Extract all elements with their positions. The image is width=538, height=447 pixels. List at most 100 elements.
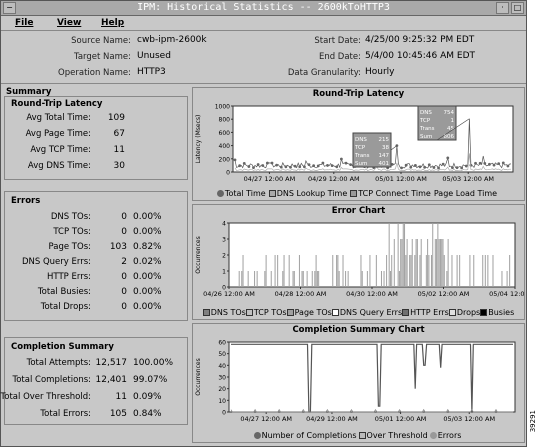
error-bar [242, 255, 244, 287]
completion-row-percent: 0.84% [133, 409, 162, 419]
error-row-value: 0 [121, 227, 127, 237]
total-time-point [289, 165, 292, 169]
error-bar [492, 255, 494, 287]
legend-item: Page Load Time [434, 189, 497, 198]
minimize-button[interactable]: · [496, 2, 509, 14]
total-time-point [270, 161, 274, 165]
error-bar [482, 255, 484, 287]
total-time-point [464, 164, 468, 168]
legend-swatch [480, 309, 488, 316]
rtl-row-value: 67 [113, 129, 125, 139]
total-time-point [483, 161, 487, 165]
total-time-point [330, 164, 334, 168]
title-bar[interactable]: − IPM: Historical Statistics -- 2600kToH… [1, 1, 526, 16]
maximize-button[interactable]: □ [511, 2, 524, 14]
total-time-point [404, 163, 408, 167]
legend-label: TCP Connect Time [358, 189, 431, 198]
legend-item: Busies [480, 308, 514, 317]
error-bar [398, 271, 400, 287]
legend-label: Drops [456, 308, 481, 317]
error-bar [274, 255, 276, 287]
target-label: Target Name: [74, 52, 131, 62]
legend-marker [216, 190, 224, 197]
header-info: Source Name: cwb-ipm-2600k Target Name: … [1, 32, 526, 84]
menu-bar: File View Help [1, 16, 526, 31]
x-tick-label: 04/27 12:00 AM [240, 415, 292, 423]
rtl-summary-panel: Round-Trip Latency Avg Total Time: 109 Avg… [4, 96, 188, 180]
granularity-value: Hourly [365, 67, 395, 77]
legend-marker [358, 432, 366, 439]
error-bar [456, 255, 458, 287]
completion-chart[interactable]: 0 10 20 30 40 50 60 04/27 12:00 AM 04/29 12:00 A… [193, 334, 524, 430]
legend-label: Busies [488, 308, 515, 317]
error-bar [428, 255, 430, 287]
menu-help[interactable]: Help [101, 18, 124, 28]
rtl-row-value: 11 [113, 145, 125, 155]
legend-marker [253, 432, 261, 439]
y-axis-label: Occurrences [195, 358, 202, 395]
total-time-point [326, 164, 329, 167]
x-tick-label: 04/30 12:00 AM [346, 290, 398, 298]
legend-item: TCP TOs [245, 308, 287, 317]
error-row-percent: 0.00% [133, 302, 162, 312]
y-axis-label: Latency (Msecs) [195, 115, 202, 164]
error-bar [419, 255, 421, 287]
legend-label: Total Time [224, 189, 266, 198]
start-date-label: Start Date: [314, 36, 361, 46]
legend-marker [429, 432, 437, 439]
completion-legend: Number of Completions Over Threshold Error… [193, 431, 524, 440]
y-tick-label: 800 [219, 117, 231, 124]
y-tick-label: 1000 [215, 104, 230, 111]
legend-label: Over Threshold [366, 431, 428, 440]
total-time-point [441, 162, 445, 166]
error-bar [436, 239, 438, 287]
error-bar [446, 271, 448, 287]
error-row-label: Page TOs: [48, 242, 91, 252]
error-bar [265, 255, 267, 287]
legend-item: Total Time [216, 189, 266, 198]
error-row-value: 2 [121, 257, 127, 267]
total-time-point [321, 161, 325, 165]
legend-item: TCP Connect Time [350, 189, 431, 198]
x-tick-label: 04/27 12:00 AM [244, 175, 296, 183]
error-bar [437, 223, 439, 287]
error-bar [298, 255, 300, 287]
window-title: IPM: Historical Statistics -- 2600kToHTT… [137, 2, 390, 13]
rtl-row-label: Avg Page Time: [25, 129, 91, 139]
rtl-chart[interactable]: 0 200 400 600 800 1000 04/27 12:00 AM 04/29 12:… [193, 98, 524, 188]
start-date-value: 4/25/00 9:25:32 PM EDT [365, 35, 475, 45]
total-time-point [418, 165, 422, 169]
error-bar [410, 255, 412, 287]
y-tick-label: 200 [219, 156, 231, 163]
error-row-value: 0 [121, 302, 127, 312]
y-tick-label: 10 [218, 398, 226, 405]
y-tick-label: 400 [219, 143, 231, 150]
tooltip-key: Trans [354, 153, 370, 159]
completion-panel: Completion Summary Total Attempts: 12,517… [1, 337, 188, 425]
x-tick-label: 05/03 12:00 AM [443, 415, 495, 423]
error-bar [509, 255, 511, 287]
app-window: − IPM: Historical Statistics -- 2600kToH… [0, 0, 527, 447]
total-time-point [252, 166, 255, 170]
granularity-label: Data Granularity: [287, 68, 361, 78]
total-time-point [316, 164, 320, 168]
error-bar [501, 271, 503, 287]
error-bar [383, 271, 385, 287]
total-time-point [298, 165, 302, 169]
menu-file[interactable]: File [15, 18, 33, 28]
rtl-row-value: 109 [107, 113, 125, 123]
legend-swatch [448, 309, 456, 316]
legend-label: DNS Lookup Time [276, 189, 348, 198]
menu-view[interactable]: View [57, 18, 81, 28]
error-bar [361, 271, 363, 287]
tooltip-value: 401 [379, 161, 390, 167]
error-bar [469, 255, 471, 287]
error-bar [430, 255, 432, 287]
error-bar [282, 271, 284, 287]
tooltip-key: DNS [355, 137, 367, 143]
end-date-label: End Date: [318, 52, 361, 62]
x-tick-label: 04/26 12:00 AM [203, 290, 255, 298]
error-chart[interactable]: 0123404/26 12:00 AM 04/28 12:00 AM 04/30 1… [193, 215, 524, 307]
legend-swatch [245, 309, 253, 316]
error-bar [338, 271, 340, 287]
